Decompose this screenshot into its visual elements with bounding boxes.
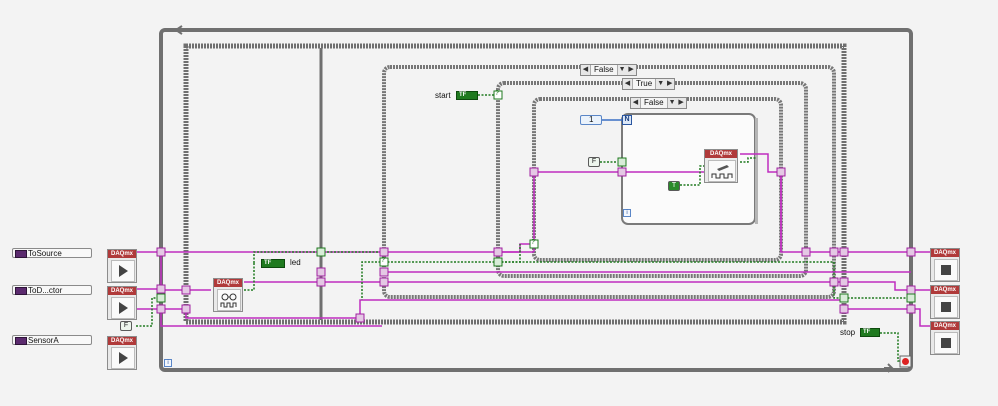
block-diagram [136,25,930,373]
todetector-label: ToD...ctor [28,286,63,295]
sensora-label: SensorA [28,336,59,345]
daqmx-header: DAQmx [108,287,136,295]
false-constant-text: F [123,322,129,329]
play-icon [111,260,135,282]
daqmx-read-node[interactable]: DAQmx [213,278,243,312]
prev-case-arrow[interactable]: ◀ [581,65,590,75]
daqmx-write-node[interactable]: DAQmx [704,149,738,183]
while-iteration-letter: i [167,360,169,366]
tosource-control[interactable]: ToSource [12,248,92,258]
daqmx-header: DAQmx [931,249,959,257]
task-tag-icon [15,250,27,258]
stop-square-icon [934,332,958,354]
daqmx-stop-task-node-1[interactable]: DAQmx [930,248,960,282]
false-constant-inner[interactable]: F [588,157,600,167]
led-label: led [290,258,301,267]
sensora-control[interactable]: SensorA [12,335,92,345]
inner-case-selector[interactable]: ◀ False ▼ ▶ [630,97,687,109]
led-indicator[interactable]: TF [261,259,285,268]
stop-type-tag: TF [863,329,871,335]
for-loop-shadow [755,118,758,224]
start-indicator[interactable]: TF [456,91,478,100]
true-constant[interactable]: T [668,181,680,191]
for-count-terminal: N [622,115,632,125]
selector-terminals [379,90,539,267]
pencil-waveform-icon [708,160,736,182]
false-constant[interactable]: F [120,321,132,331]
case-menu-arrow[interactable]: ▼ [668,98,677,108]
while-loop-arrow [175,25,900,35]
false-constant-inner-text: F [591,158,597,165]
play-icon [111,297,135,319]
led-type-tag: TF [264,260,272,266]
next-case-arrow[interactable]: ▶ [627,65,636,75]
for-count-letter: N [624,116,630,123]
glasses-waveform-icon [217,289,241,311]
task-tag-icon [15,287,27,295]
daqmx-stop-task-node-3[interactable]: DAQmx [930,321,960,355]
daqmx-header: DAQmx [931,322,959,330]
daqmx-start-task-node-2[interactable]: DAQmx [107,286,137,320]
next-case-arrow[interactable]: ▶ [677,98,686,108]
stop-square-icon [934,296,958,318]
play-icon [111,347,135,369]
for-iteration-letter: i [626,210,628,216]
for-count-constant[interactable]: 1 [580,115,602,125]
tosource-label: ToSource [28,249,62,258]
task-tag-icon [15,337,27,345]
next-case-arrow[interactable]: ▶ [665,79,674,89]
inner-selector-mark: ? [531,239,535,246]
stop-control[interactable]: TF [860,328,880,337]
start-type-tag: TF [459,92,467,98]
stop-label: stop [840,328,856,337]
middle-case-selector[interactable]: ◀ True ▼ ▶ [622,78,676,90]
start-label: start [435,91,451,100]
case-menu-arrow[interactable]: ▼ [618,65,627,75]
start-selector-mark: ? [495,90,499,97]
daqmx-header: DAQmx [214,279,242,287]
middle-case-value: True [632,79,657,89]
todetector-control[interactable]: ToD...ctor [12,285,92,295]
outer-case-value: False [590,65,618,75]
stop-square-icon [934,259,958,281]
true-constant-text: T [671,182,677,189]
prev-case-arrow[interactable]: ◀ [623,79,632,89]
daqmx-start-task-node-3[interactable]: DAQmx [107,336,137,370]
case-menu-arrow[interactable]: ▼ [656,79,665,89]
for-iteration-terminal: i [623,209,631,217]
inner-case-value: False [640,98,668,108]
daqmx-header: DAQmx [108,337,136,345]
stop-terminal [899,355,912,368]
daqmx-header: DAQmx [705,150,737,158]
daqmx-stop-task-node-2[interactable]: DAQmx [930,285,960,319]
while-iteration-terminal: i [164,359,172,367]
daqmx-header: DAQmx [931,286,959,294]
for-count-value: 1 [589,115,594,124]
daqmx-start-task-node-1[interactable]: DAQmx [107,249,137,283]
prev-case-arrow[interactable]: ◀ [631,98,640,108]
daqmx-header: DAQmx [108,250,136,258]
outer-selector-mark: ? [381,257,385,264]
outer-case-selector[interactable]: ◀ False ▼ ▶ [580,64,637,76]
